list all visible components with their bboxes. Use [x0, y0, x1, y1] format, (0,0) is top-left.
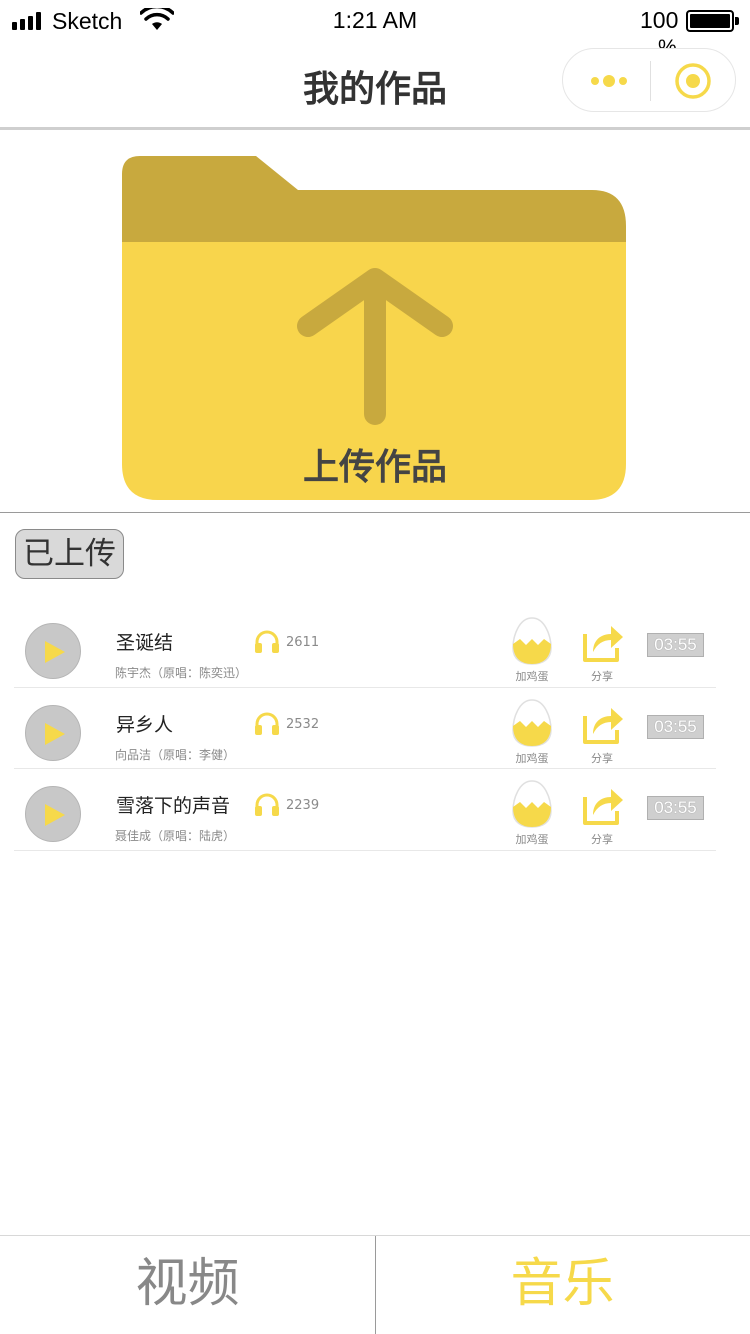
share-label: 分享	[591, 751, 613, 765]
share-label: 分享	[591, 670, 613, 683]
play-count: 2611	[286, 635, 320, 650]
upload-button[interactable]: 上传作品	[122, 154, 628, 504]
duration-badge: 03:55	[647, 714, 704, 739]
list-item: 雪落下的声音 聂佳成（原唱：陆虎） 2239 加鸡蛋 分享 03:55	[14, 769, 716, 851]
duration-badge: 03:55	[647, 796, 704, 820]
egg-icon[interactable]	[511, 616, 553, 666]
play-icon	[45, 804, 65, 826]
track-subtitle: 向品洁（原唱：李健）	[115, 747, 236, 762]
track-title: 圣诞结	[116, 632, 174, 654]
add-egg-label: 加鸡蛋	[515, 833, 549, 846]
battery-icon	[686, 10, 734, 32]
status-bar: Sketch 1:21 AM 100 %	[0, 0, 750, 59]
headphone-icon	[255, 630, 279, 653]
track-subtitle: 陈宇杰（原唱：陈奕迅）	[115, 666, 248, 680]
target-circle-icon[interactable]	[673, 61, 713, 101]
share-icon[interactable]	[581, 700, 625, 746]
play-count: 2532	[286, 716, 320, 732]
duration-badge: 03:55	[647, 633, 704, 657]
play-icon	[45, 722, 65, 745]
egg-icon[interactable]	[511, 698, 553, 748]
nav-divider	[0, 127, 750, 130]
section-divider	[0, 512, 750, 513]
list-item: 异乡人 向品洁（原唱：李健） 2532 加鸡蛋 分享 03:55	[14, 688, 716, 769]
clock: 1:21 AM	[332, 7, 418, 33]
share-icon[interactable]	[581, 618, 625, 664]
more-dots-icon[interactable]	[589, 71, 629, 91]
track-title: 雪落下的声音	[116, 795, 231, 817]
mini-program-capsule	[562, 48, 736, 112]
list-item: 圣诞结 陈宇杰（原唱：陈奕迅） 2611 加鸡蛋 分享 03:55	[14, 606, 716, 688]
headphone-icon	[255, 793, 279, 816]
track-title: 异乡人	[116, 713, 174, 736]
add-egg-label: 加鸡蛋	[515, 670, 549, 683]
tab-bar: 视频 音乐	[0, 1235, 750, 1334]
play-count: 2239	[286, 798, 320, 813]
tab-music[interactable]: 音乐	[375, 1236, 750, 1334]
add-egg-label: 加鸡蛋	[515, 751, 549, 765]
headphone-icon	[255, 712, 279, 735]
play-icon	[45, 641, 65, 663]
track-subtitle: 聂佳成（原唱：陆虎）	[115, 829, 236, 843]
capsule-divider	[650, 61, 651, 101]
battery-level: 100	[640, 7, 679, 33]
tab-video[interactable]: 视频	[0, 1236, 375, 1334]
play-button[interactable]	[25, 704, 81, 761]
battery-tip	[735, 17, 739, 25]
share-icon[interactable]	[581, 781, 625, 827]
track-list: 圣诞结 陈宇杰（原唱：陈奕迅） 2611 加鸡蛋 分享 03:55 异乡人 向品…	[14, 606, 716, 851]
uploaded-badge[interactable]: 已上传	[15, 529, 124, 579]
egg-icon[interactable]	[511, 779, 553, 829]
share-label: 分享	[591, 833, 613, 846]
play-button[interactable]	[25, 786, 81, 842]
play-button[interactable]	[25, 623, 81, 679]
upload-label: 上传作品	[302, 447, 447, 488]
